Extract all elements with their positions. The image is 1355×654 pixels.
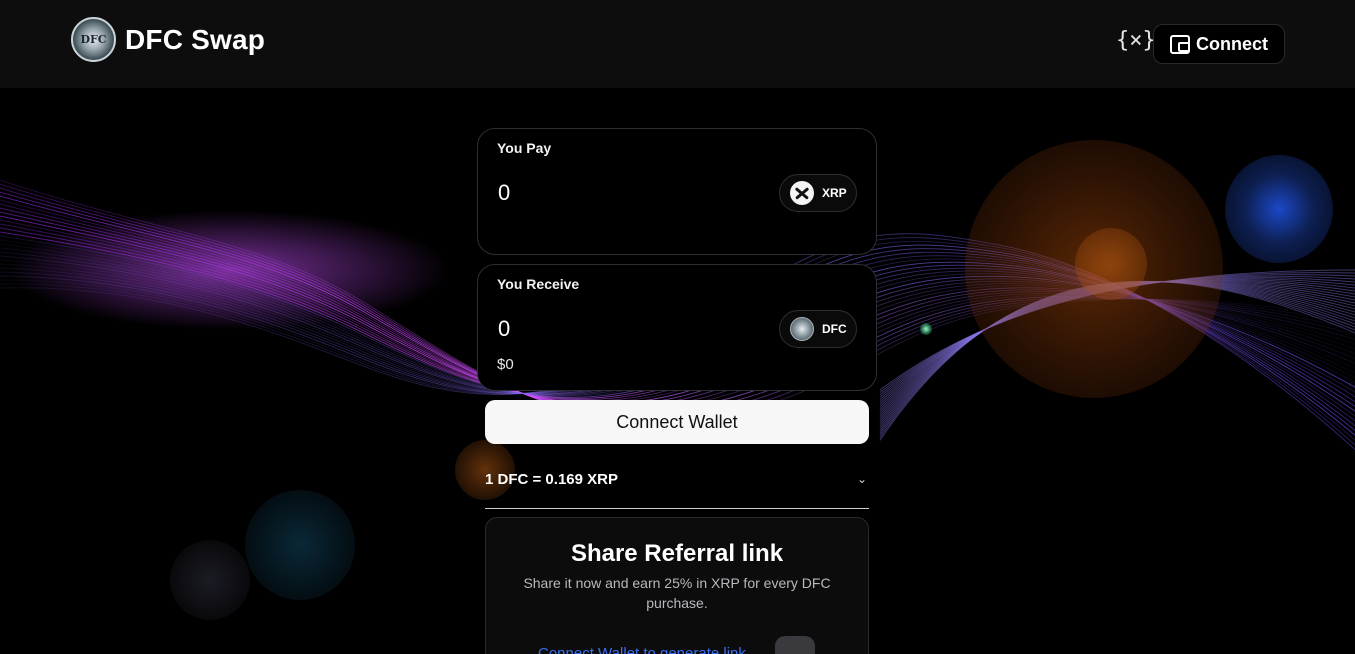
- bokeh-orange-small: [1075, 228, 1147, 300]
- top-bar: DFC DFC Swap {×} Connect: [0, 0, 1355, 88]
- dfc-icon: [790, 317, 814, 341]
- referral-card: Share Referral link Share it now and ear…: [485, 517, 869, 654]
- logo[interactable]: DFC DFC Swap: [71, 17, 265, 62]
- bokeh-green: [920, 323, 932, 335]
- receive-label: You Receive: [497, 276, 580, 292]
- connect-wallet-button[interactable]: Connect Wallet: [485, 400, 869, 444]
- receive-card: You Receive 0 $0 DFC: [477, 264, 877, 391]
- pay-amount-input[interactable]: 0: [498, 180, 510, 206]
- pay-token-selector[interactable]: XRP: [779, 174, 857, 212]
- connect-button[interactable]: Connect: [1153, 24, 1285, 64]
- rate-toggle[interactable]: 1 DFC = 0.169 XRP ⌄: [485, 468, 869, 509]
- bokeh-grey: [170, 540, 250, 620]
- wallet-icon: [1170, 34, 1190, 54]
- pay-token-symbol: XRP: [822, 186, 847, 200]
- receive-token-symbol: DFC: [822, 322, 847, 336]
- receive-amount-input[interactable]: 0: [498, 316, 510, 342]
- pay-label: You Pay: [497, 140, 552, 156]
- pay-card: You Pay 0 XRP: [477, 128, 877, 255]
- connect-label: Connect: [1196, 33, 1268, 54]
- referral-link[interactable]: Connect Wallet to generate link: [538, 645, 746, 654]
- exchange-rate: 1 DFC = 0.169 XRP: [485, 471, 618, 488]
- copy-button[interactable]: [775, 636, 815, 654]
- variable-icon[interactable]: {×}: [1116, 28, 1156, 53]
- brand-title: DFC Swap: [125, 23, 266, 55]
- chevron-down-icon: ⌄: [856, 472, 867, 486]
- logo-text: DFC: [80, 33, 107, 46]
- dfc-coin-icon: DFC: [71, 17, 116, 62]
- receive-usd-value: $0: [497, 356, 514, 373]
- referral-description: Share it now and earn 25% in XRP for eve…: [523, 575, 831, 611]
- receive-token-selector[interactable]: DFC: [779, 310, 857, 348]
- bokeh-blue: [1225, 155, 1333, 263]
- xrp-icon: [790, 181, 814, 205]
- referral-title: Share Referral link: [570, 540, 784, 567]
- bokeh-teal: [245, 490, 355, 600]
